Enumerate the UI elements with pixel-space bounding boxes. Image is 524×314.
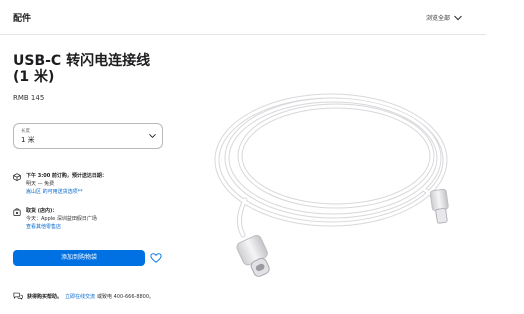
store-icon: [13, 208, 21, 216]
pickup-heading: 取货 (店内)：: [26, 208, 58, 214]
heart-icon[interactable]: [150, 252, 162, 264]
delivery-line: 明天 — 免费: [26, 181, 55, 187]
purchase-help: 获得购买帮助。 立即在线交流 或致电 400-666-8800。: [13, 292, 154, 300]
length-select[interactable]: 长度 1 米: [13, 123, 163, 149]
browse-all-label: 浏览全部: [425, 15, 450, 22]
help-label: 获得购买帮助。: [27, 293, 63, 300]
length-select-value: 1 米: [21, 136, 35, 144]
browse-all-dropdown[interactable]: 浏览全部: [426, 13, 462, 22]
box-icon: [13, 173, 21, 181]
chat-bubbles-icon: [13, 292, 23, 300]
other-stores-link[interactable]: 查看其他零售店: [26, 223, 166, 231]
section-title[interactable]: 配件: [13, 11, 31, 24]
product-title-line-2: (1 米): [13, 69, 55, 85]
chat-now-link[interactable]: 立即在线交流: [65, 293, 95, 300]
delivery-heading: 下午 3:00 前订购，预计送达日期：: [26, 173, 107, 179]
top-nav-bar: 配件 浏览全部: [0, 0, 486, 35]
delivery-options-link[interactable]: 嵩山区 的可用送货选项**: [26, 188, 166, 196]
add-to-bag-button[interactable]: 添加到购物袋: [13, 250, 145, 266]
product-image: [214, 93, 449, 277]
chevron-down-icon: [149, 134, 156, 139]
pickup-line: 今天：Apple 深圳益田假日广场: [26, 216, 97, 222]
product-title-line-1: USB-C 转闪电连接线: [13, 53, 151, 69]
help-phone: 或致电 400-666-8800。: [97, 293, 155, 300]
chevron-down-icon: [454, 15, 462, 20]
product-price: RMB 145: [13, 94, 45, 102]
product-title: USB-C 转闪电连接线 (1 米): [13, 53, 183, 85]
length-select-label: 长度: [21, 129, 30, 134]
